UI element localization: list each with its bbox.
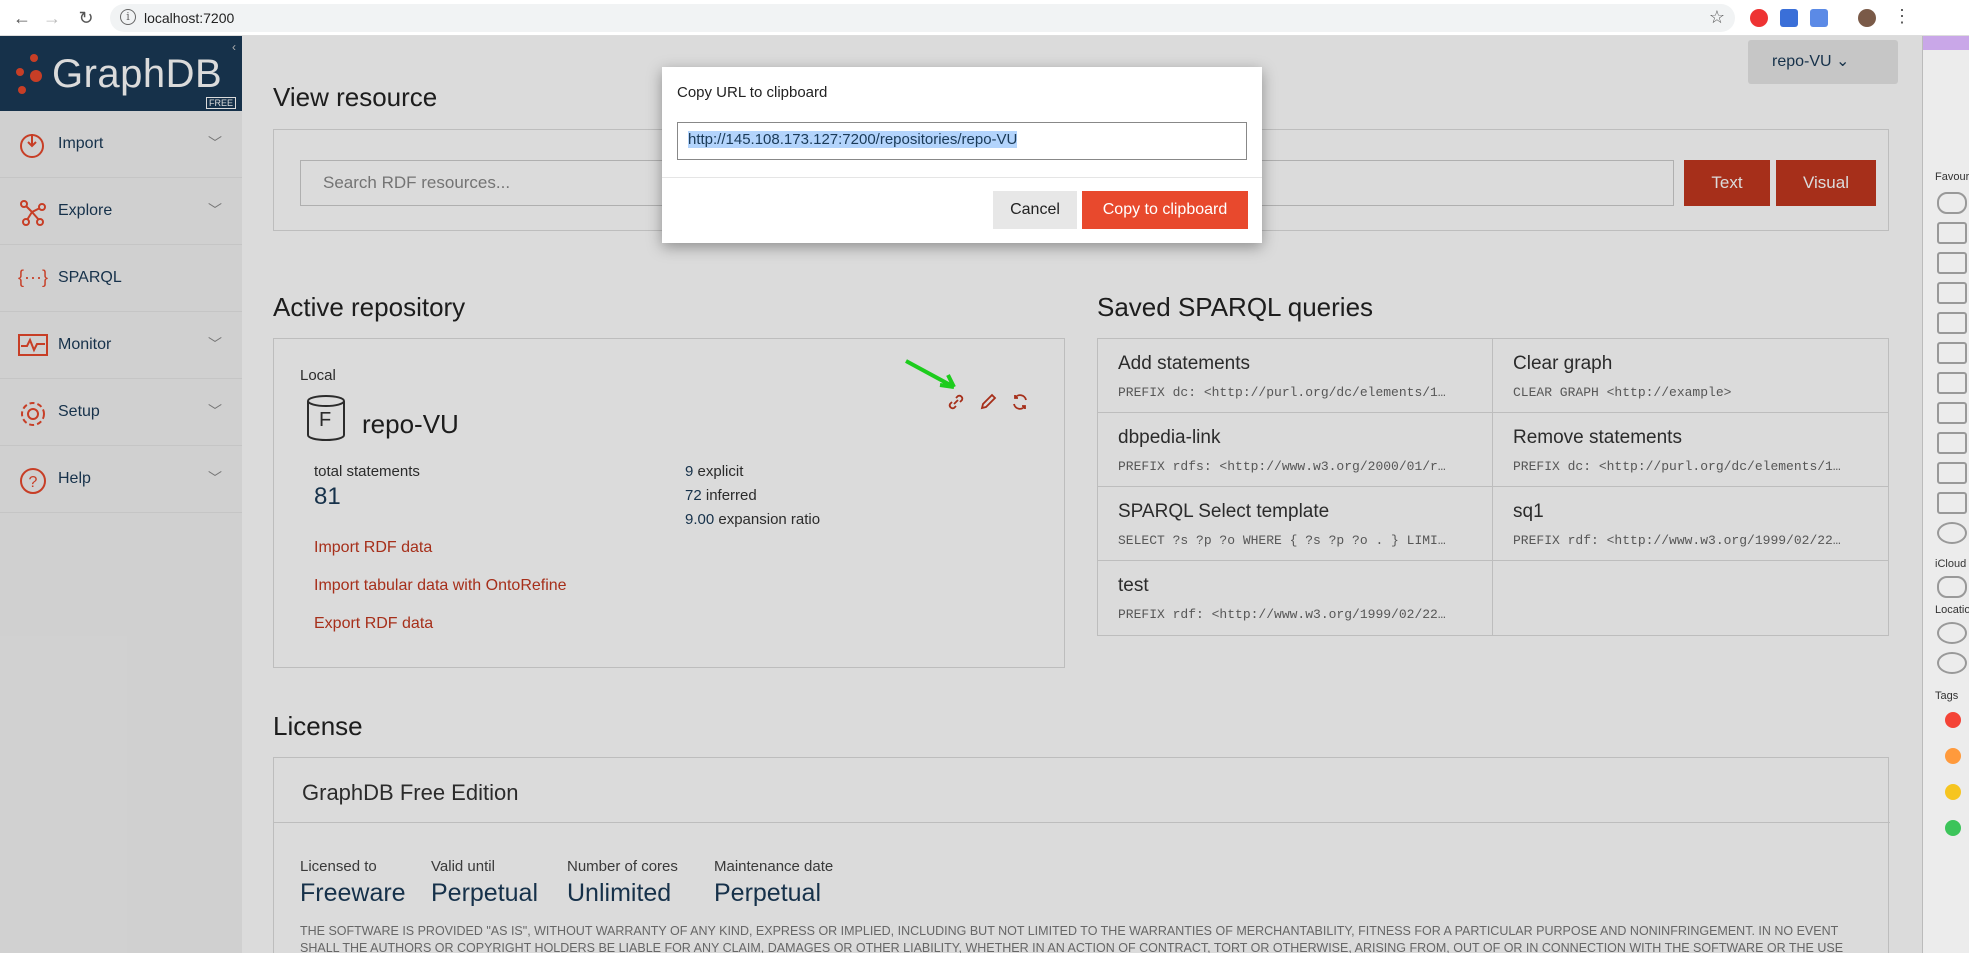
inbox-icon[interactable]	[1937, 402, 1967, 424]
folder-icon[interactable]	[1937, 282, 1967, 304]
back-icon[interactable]: ←	[12, 8, 32, 29]
copy-url-dialog: Copy URL to clipboard http://145.108.173…	[662, 67, 1262, 243]
copy-to-clipboard-button[interactable]: Copy to clipboard	[1082, 191, 1248, 229]
tag-yellow[interactable]	[1945, 784, 1961, 800]
cloud-icon[interactable]	[1937, 192, 1967, 214]
info-icon[interactable]: i	[120, 9, 136, 25]
tags-label: Tags	[1935, 690, 1959, 702]
drive-icon[interactable]	[1937, 342, 1967, 364]
divider	[662, 177, 1262, 178]
home-icon[interactable]	[1937, 492, 1967, 514]
downloads-icon[interactable]	[1937, 522, 1967, 544]
disc-icon[interactable]	[1937, 622, 1967, 644]
finder-sidebar: Favouri iCloud Locatio Tags	[1922, 36, 1969, 953]
cancel-button[interactable]: Cancel	[993, 191, 1077, 229]
translate-icon[interactable]	[1810, 9, 1828, 27]
folder-icon[interactable]	[1937, 252, 1967, 274]
network-icon[interactable]	[1937, 652, 1967, 674]
browser-toolbar: ← → ↻ i localhost:7200 ☆ ⋮	[0, 0, 1969, 36]
url-text: localhost:7200	[144, 10, 235, 26]
icloud-label: iCloud	[1935, 558, 1967, 570]
dialog-title: Copy URL to clipboard	[677, 84, 828, 101]
dropbox-icon[interactable]	[1937, 372, 1967, 394]
favourites-label: Favouri	[1935, 171, 1969, 183]
locations-label: Locatio	[1935, 604, 1969, 616]
tag-green[interactable]	[1945, 820, 1961, 836]
finder-titlebar	[1923, 36, 1969, 50]
applications-icon[interactable]	[1937, 432, 1967, 454]
adblock-icon[interactable]	[1750, 9, 1768, 27]
url-selected-text: http://145.108.173.127:7200/repositories…	[688, 131, 1018, 148]
more-menu-icon[interactable]: ⋮	[1892, 6, 1912, 27]
repository-url-input[interactable]: http://145.108.173.127:7200/repositories…	[677, 122, 1247, 160]
tag-red[interactable]	[1945, 712, 1961, 728]
desktop-icon[interactable]	[1937, 462, 1967, 484]
tag-orange[interactable]	[1945, 748, 1961, 764]
folder-icon[interactable]	[1937, 222, 1967, 244]
folder-icon[interactable]	[1937, 312, 1967, 334]
reload-icon[interactable]: ↻	[76, 8, 96, 29]
address-bar[interactable]: i localhost:7200 ☆	[110, 4, 1735, 32]
cloud-icon[interactable]	[1937, 576, 1967, 598]
extension-icon[interactable]	[1780, 9, 1798, 27]
avatar[interactable]	[1858, 9, 1876, 27]
bookmark-star-icon[interactable]: ☆	[1709, 7, 1725, 28]
forward-icon[interactable]: →	[42, 8, 62, 29]
